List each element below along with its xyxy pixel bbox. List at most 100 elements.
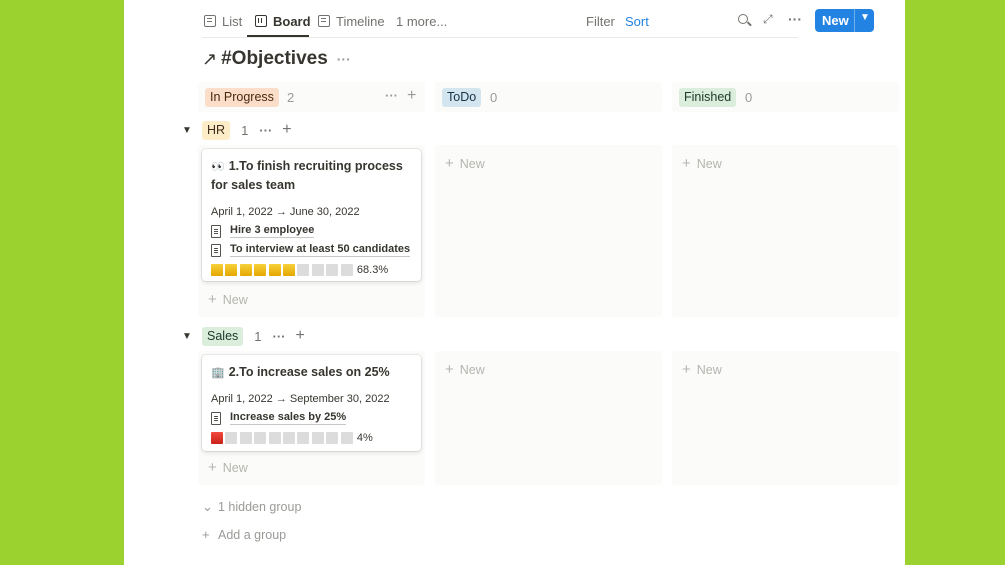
group-tag: HR — [202, 120, 231, 140]
plus-icon: + — [208, 459, 217, 476]
progress-segment-empty — [225, 432, 238, 444]
add-group-button[interactable]: + Add a group — [202, 527, 286, 542]
progress-segment-filled — [225, 264, 238, 276]
add-new-card[interactable]: + New — [682, 155, 722, 172]
add-new-card[interactable]: + New — [208, 459, 248, 476]
plus-icon: + — [682, 361, 691, 378]
add-new-card[interactable]: + New — [208, 291, 248, 308]
add-new-card[interactable]: + New — [682, 361, 722, 378]
relation-item[interactable]: To interview at least 50 candidates — [211, 243, 411, 257]
add-new-card[interactable]: + New — [445, 155, 485, 172]
progress-segment-empty — [340, 264, 353, 276]
tab-list[interactable]: List — [204, 11, 242, 31]
tab-timeline[interactable]: Timeline — [318, 11, 385, 31]
card-title: 👀 1.To finish recruiting process for sale… — [211, 157, 416, 194]
new-button[interactable]: New ▼ — [815, 9, 874, 32]
office-building-emoji-icon: 🏢 — [211, 367, 225, 379]
progress-percent: 4% — [356, 432, 373, 444]
group-header-sales[interactable]: ▼ Sales 1 ··· + — [182, 326, 305, 346]
hidden-groups-toggle[interactable]: ⌄ 1 hidden group — [202, 499, 301, 515]
group-header-hr[interactable]: ▼ HR 1 ··· + — [182, 120, 292, 140]
plus-icon: + — [445, 155, 454, 172]
group-more-icon[interactable]: ··· — [259, 123, 272, 138]
group-tag: Sales — [202, 326, 244, 346]
add-group-label: Add a group — [218, 527, 287, 542]
progress-segment-empty — [311, 432, 324, 444]
relation-item[interactable]: Increase sales by 25% — [211, 411, 347, 425]
sort-button[interactable]: Sort — [625, 11, 649, 31]
column-header-finished[interactable]: Finished 0 — [672, 82, 899, 112]
plus-icon: + — [208, 291, 217, 308]
add-new-label: New — [459, 362, 485, 377]
group-more-icon[interactable]: ··· — [273, 329, 286, 344]
view-bar: List Board Timeline 1 more... Filter Sor… — [202, 0, 874, 38]
progress-segment-empty — [239, 432, 252, 444]
lane-hr-in-progress: 👀 1.To finish recruiting process for sale… — [198, 145, 425, 317]
progress-percent: 68.3% — [356, 264, 389, 276]
column-count: 0 — [745, 90, 753, 105]
add-new-label: New — [222, 292, 248, 307]
group-add-icon[interactable]: + — [282, 121, 291, 139]
progress-segment-filled — [239, 264, 252, 276]
linked-arrow-icon: ↗ — [202, 48, 218, 69]
status-tag: ToDo — [442, 88, 482, 107]
active-tab-indicator — [247, 35, 309, 37]
notion-page: List Board Timeline 1 more... Filter Sor… — [124, 0, 905, 565]
progress-bar: 68.3% — [211, 264, 388, 276]
add-new-label: New — [459, 156, 485, 171]
progress-segment-empty — [326, 264, 339, 276]
lane-sales-finished: + New — [672, 351, 899, 485]
plus-icon: + — [202, 527, 210, 542]
collapse-triangle-icon[interactable]: ▼ — [182, 331, 202, 342]
new-button-divider — [854, 9, 855, 32]
column-header-in-progress[interactable]: In Progress 2 ··· + — [198, 82, 425, 112]
more-options-icon[interactable]: ··· — [788, 11, 802, 27]
add-new-card[interactable]: + New — [445, 361, 485, 378]
new-button-label: New — [822, 13, 849, 28]
progress-segment-empty — [326, 432, 339, 444]
status-tag: In Progress — [205, 88, 279, 107]
lane-hr-todo: + New — [435, 145, 662, 317]
plus-icon: + — [682, 155, 691, 172]
expand-icon[interactable]: ⤢ — [763, 12, 773, 27]
lane-hr-finished: + New — [672, 145, 899, 317]
column-header-todo[interactable]: ToDo 0 — [435, 82, 662, 112]
chevron-down-icon[interactable]: ▼ — [860, 12, 870, 23]
progress-segment-empty — [297, 264, 310, 276]
plus-icon: + — [445, 361, 454, 378]
progress-segment-empty — [254, 432, 267, 444]
relation-text: Increase sales by 25% — [230, 411, 347, 425]
more-views-button[interactable]: 1 more... — [396, 11, 447, 31]
progress-bar: 4% — [211, 432, 373, 444]
group-add-icon[interactable]: + — [296, 327, 305, 345]
progress-segment-empty — [297, 432, 310, 444]
tab-board-label: Board — [273, 13, 311, 29]
progress-segment-filled — [211, 264, 223, 276]
tab-board[interactable]: Board — [255, 11, 311, 31]
chevron-down-icon: ⌄ — [202, 499, 213, 514]
eyes-emoji-icon: 👀 — [211, 161, 225, 173]
column-more-icon[interactable]: ··· — [385, 88, 398, 103]
column-add-icon[interactable]: + — [407, 87, 416, 105]
card-dates: April 1, 2022 → June 30, 2022 — [211, 206, 360, 218]
collapse-triangle-icon[interactable]: ▼ — [182, 125, 202, 136]
more-views-label: 1 more... — [396, 13, 448, 29]
progress-segment-filled — [282, 264, 295, 276]
progress-segment-filled — [211, 432, 223, 444]
progress-segment-empty — [311, 264, 324, 276]
title-more-icon[interactable]: ··· — [337, 51, 351, 67]
card-title-text: 2.To increase sales on 25% — [228, 365, 390, 379]
card-recruiting[interactable]: 👀 1.To finish recruiting process for sale… — [202, 149, 421, 281]
relation-item[interactable]: Hire 3 employee — [211, 224, 315, 238]
filter-button[interactable]: Filter — [586, 11, 615, 31]
page-icon — [211, 243, 221, 257]
relation-text: To interview at least 50 candidates — [230, 243, 411, 257]
list-icon — [204, 15, 216, 27]
board-icon — [255, 15, 267, 27]
hidden-groups-label: 1 hidden group — [218, 500, 302, 514]
card-sales[interactable]: 🏢 2.To increase sales on 25% April 1, 202… — [202, 355, 421, 451]
add-new-label: New — [696, 156, 722, 171]
search-icon[interactable] — [738, 14, 748, 24]
page-title[interactable]: #Objectives — [221, 48, 328, 70]
tab-timeline-label: Timeline — [336, 13, 385, 29]
